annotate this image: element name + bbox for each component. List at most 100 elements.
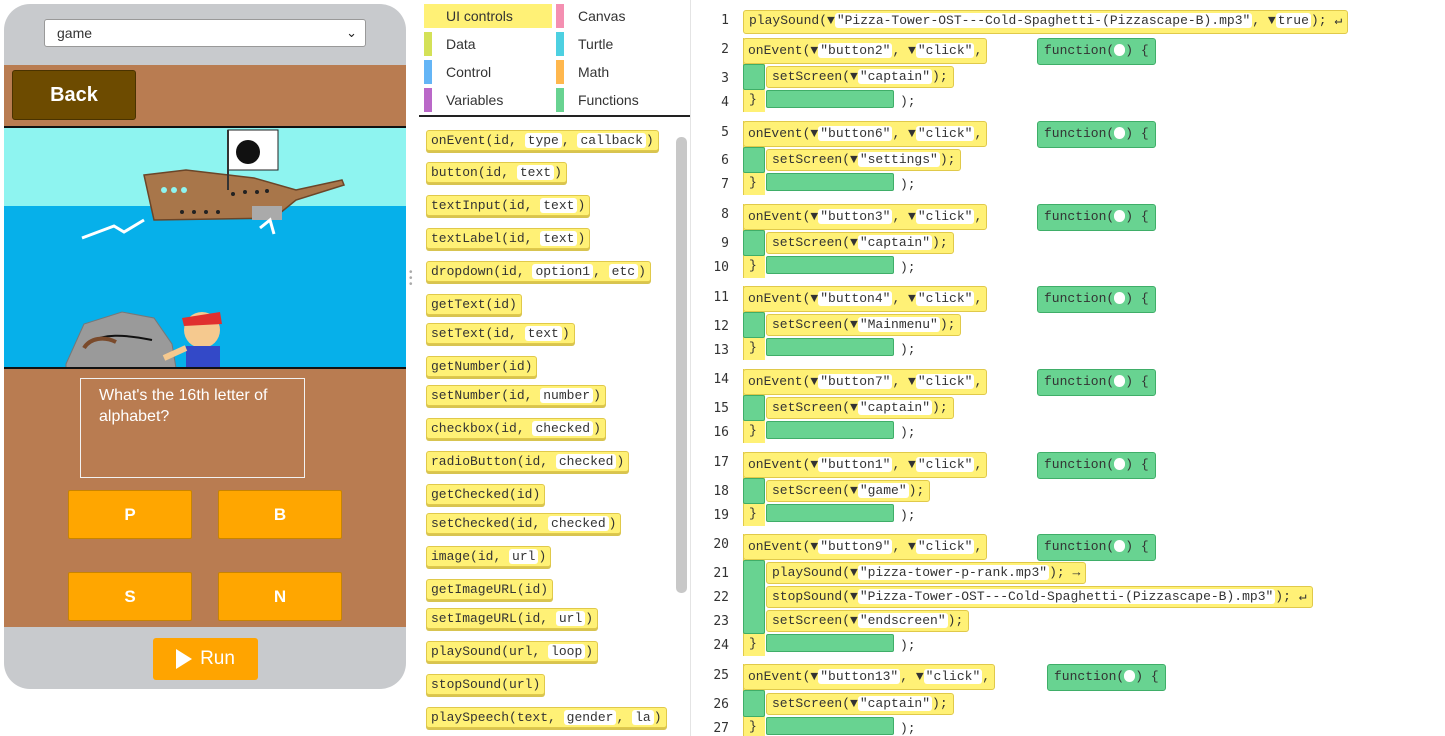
function-block[interactable]: function() { — [1037, 286, 1156, 313]
closing-brace: } — [749, 92, 757, 107]
toolbox: UI controls Canvas Data Turtle Control M… — [419, 0, 690, 736]
code-statement-setscreen[interactable]: setScreen(▼ "Mainmenu"); — [766, 314, 962, 336]
function-block[interactable]: function() { — [1037, 369, 1156, 396]
category-ui-controls[interactable]: UI controls — [424, 4, 552, 28]
function-close-bar — [766, 338, 894, 356]
category-canvas[interactable]: Canvas — [556, 4, 625, 28]
function-name: setScreen — [772, 152, 843, 167]
onevent-block-button6[interactable]: onEvent(▼ "button6", ▼ "click", — [743, 121, 988, 147]
closing-brace: } — [749, 423, 757, 438]
function-block[interactable]: function() { — [1037, 534, 1156, 561]
function-block[interactable]: function() { — [1037, 452, 1156, 479]
palette-block-setnumber[interactable]: setNumber(id, number) — [426, 385, 606, 406]
code-statement-setscreen[interactable]: setScreen(▼ "settings"); — [766, 149, 962, 171]
onevent-block-button4[interactable]: onEvent(▼ "button4", ▼ "click", — [743, 286, 988, 312]
code-statement-stopsound[interactable]: stopSound(▼ "Pizza-Tower-OST---Cold-Spagh… — [766, 586, 1313, 608]
code-line-playsound[interactable]: playSound(▼ "Pizza-Tower-OST---Cold-Spagh… — [743, 10, 1349, 34]
onevent-block-button1[interactable]: onEvent(▼ "button1", ▼ "click", — [743, 452, 988, 478]
keyword-function: function — [1044, 374, 1107, 389]
block-param: id — [509, 359, 525, 374]
param-slot[interactable] — [1114, 540, 1126, 552]
answer-button-p[interactable]: P — [68, 490, 192, 539]
palette-block-button[interactable]: button(id, text) — [426, 162, 567, 183]
palette-block-onevent[interactable]: onEvent(id, type, callback) — [426, 130, 659, 151]
block-param: text — [524, 326, 562, 341]
code-statement-setscreen[interactable]: setScreen(▼ "captain"); — [766, 397, 954, 419]
run-button[interactable]: Run — [153, 638, 258, 680]
line-number: 26 — [713, 697, 729, 712]
function-block[interactable]: function() { — [1037, 121, 1156, 148]
function-name: setScreen — [772, 696, 843, 711]
palette-scrollbar[interactable] — [676, 137, 687, 593]
function-name: setScreen — [772, 317, 843, 332]
function-name: stopSound — [772, 589, 843, 604]
function-block[interactable]: function() { — [1047, 664, 1166, 691]
block-param: id — [501, 421, 517, 436]
function-body-bar — [743, 64, 765, 90]
screen-dropdown[interactable]: game ⌄ — [44, 19, 366, 47]
category-functions[interactable]: Functions — [556, 88, 639, 112]
function-name: playSound — [772, 565, 843, 580]
param-slot[interactable] — [1114, 127, 1126, 139]
category-variables[interactable]: Variables — [424, 88, 503, 112]
answer-button-n[interactable]: N — [218, 572, 342, 621]
event-type-arg: "click" — [915, 539, 975, 554]
onevent-block-button7[interactable]: onEvent(▼ "button7", ▼ "click", — [743, 369, 988, 395]
palette-block-dropdown[interactable]: dropdown(id, option1, etc) — [426, 261, 651, 282]
code-statement-setscreen[interactable]: setScreen(▼ "endscreen"); — [766, 610, 970, 632]
palette-block-getnumber[interactable]: getNumber(id) — [426, 356, 538, 377]
block-param: id — [524, 582, 541, 597]
line-number: 27 — [713, 721, 729, 736]
block-name: playSound — [431, 644, 502, 659]
block-param: type — [524, 133, 562, 148]
palette-block-getimageurl[interactable]: getImageURL(id) — [426, 579, 554, 600]
param-slot[interactable] — [1124, 670, 1136, 682]
category-data[interactable]: Data — [424, 32, 476, 56]
param-slot[interactable] — [1114, 375, 1126, 387]
palette-block-image[interactable]: image(id, url) — [426, 546, 552, 567]
category-swatch — [556, 88, 564, 112]
onevent-block-button3[interactable]: onEvent(▼ "button3", ▼ "click", — [743, 204, 988, 230]
palette-block-radiobutton[interactable]: radioButton(id, checked) — [426, 451, 630, 472]
onevent-block-button2[interactable]: onEvent(▼ "button2", ▼ "click", — [743, 38, 988, 64]
event-type-arg: "click" — [915, 43, 975, 58]
code-statement-setscreen[interactable]: setScreen(▼ "captain"); — [766, 66, 954, 88]
closing-paren: ); — [900, 508, 916, 523]
category-control[interactable]: Control — [424, 60, 491, 84]
function-block[interactable]: function() { — [1037, 38, 1156, 65]
code-statement-setscreen[interactable]: setScreen(▼ "captain"); — [766, 693, 954, 715]
param-slot[interactable] — [1114, 458, 1126, 470]
palette-block-getchecked[interactable]: getChecked(id) — [426, 484, 546, 505]
param-slot[interactable] — [1114, 44, 1126, 56]
category-math[interactable]: Math — [556, 60, 609, 84]
panel-resize-handle[interactable]: • • • — [409, 268, 414, 290]
code-statement-setscreen[interactable]: setScreen(▼ "captain"); — [766, 232, 954, 254]
function-close-bar — [766, 504, 894, 522]
onevent-block-button13[interactable]: onEvent(▼ "button13", ▼ "click", — [743, 664, 996, 690]
answer-button-b[interactable]: B — [218, 490, 342, 539]
param-slot[interactable] — [1114, 210, 1126, 222]
category-label: Functions — [578, 92, 639, 108]
palette-block-gettext[interactable]: getText(id) — [426, 294, 522, 315]
function-body-bar — [743, 395, 765, 421]
function-block[interactable]: function() { — [1037, 204, 1156, 231]
onevent-block-button9[interactable]: onEvent(▼ "button9", ▼ "click", — [743, 534, 988, 560]
block-param: id — [516, 487, 533, 502]
answer-button-s[interactable]: S — [68, 572, 192, 621]
palette-block-setchecked[interactable]: setChecked(id, checked) — [426, 513, 622, 534]
param-slot[interactable] — [1114, 292, 1126, 304]
code-statement-playsound[interactable]: playSound(▼ "pizza-tower-p-rank.mp3"); → — [766, 562, 1087, 584]
category-turtle[interactable]: Turtle — [556, 32, 613, 56]
line-number: 12 — [713, 319, 729, 334]
palette-block-textinput[interactable]: textInput(id, text) — [426, 195, 591, 216]
palette-block-checkbox[interactable]: checkbox(id, checked) — [426, 418, 606, 439]
line-number: 1 — [721, 13, 729, 28]
palette-block-setimageurl[interactable]: setImageURL(id, url) — [426, 608, 599, 629]
palette-block-playsound[interactable]: playSound(url, loop) — [426, 641, 599, 662]
palette-block-settext[interactable]: setText(id, text) — [426, 323, 575, 344]
palette-block-stopsound[interactable]: stopSound(url) — [426, 674, 546, 695]
back-button[interactable]: Back — [12, 70, 136, 120]
code-statement-setscreen[interactable]: setScreen(▼ "game"); — [766, 480, 931, 502]
palette-block-textlabel[interactable]: textLabel(id, text) — [426, 228, 591, 249]
palette-block-playspeech[interactable]: playSpeech(text, gender, la) — [426, 707, 667, 728]
